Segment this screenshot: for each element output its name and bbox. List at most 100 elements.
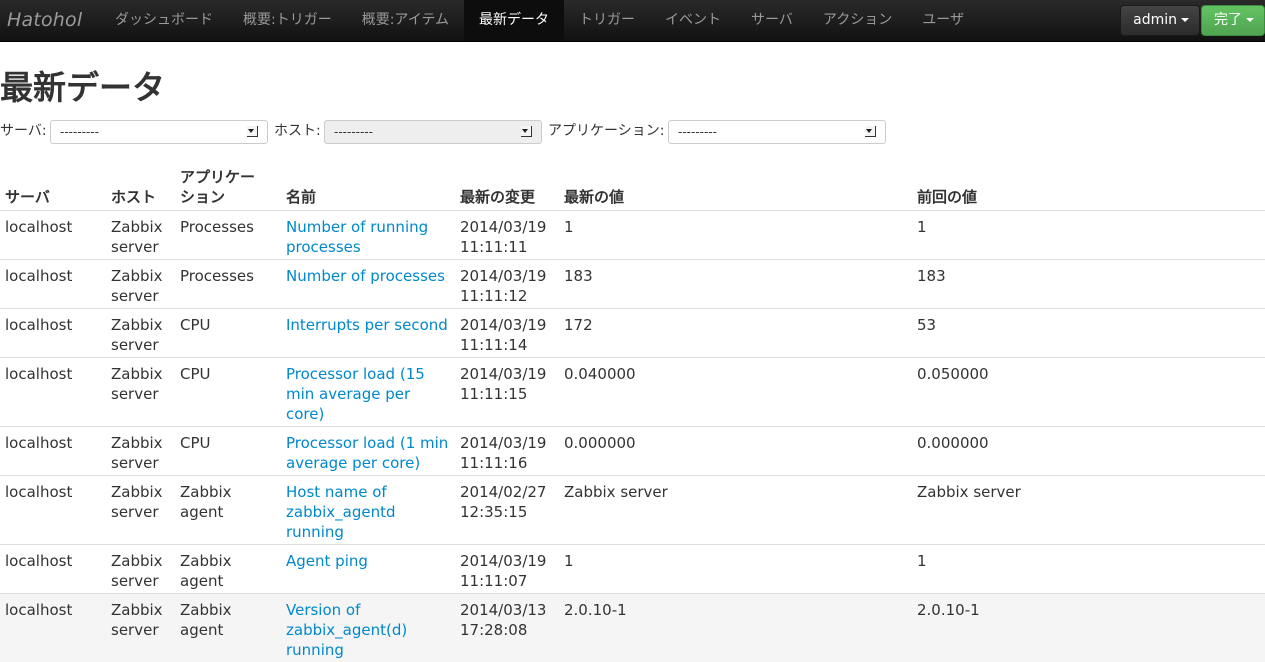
- nav-item-latest-data[interactable]: 最新データ: [464, 0, 564, 41]
- item-name-link[interactable]: Interrupts per second: [286, 316, 448, 334]
- cell-last-change: 2014/03/19 11:11:12: [455, 260, 559, 309]
- server-select-value: ---------: [60, 125, 99, 139]
- cell-name: Number of processes: [281, 260, 455, 309]
- nav-item-triggers[interactable]: トリガー: [564, 0, 650, 41]
- cell-server: localhost: [0, 545, 106, 594]
- cell-host: Zabbix server: [106, 594, 175, 662]
- cell-last-value: Zabbix server: [559, 476, 912, 545]
- cell-server: localhost: [0, 594, 106, 662]
- table-row: localhost Zabbix server Zabbix agent Hos…: [0, 476, 1265, 545]
- cell-application: Zabbix agent: [175, 594, 281, 662]
- cell-last-change: 2014/03/19 11:11:14: [455, 309, 559, 358]
- cell-application: Processes: [175, 260, 281, 309]
- cell-name: Agent ping: [281, 545, 455, 594]
- application-select[interactable]: ---------: [668, 120, 886, 144]
- cell-name: Interrupts per second: [281, 309, 455, 358]
- cell-last-change: 2014/03/19 11:11:07: [455, 545, 559, 594]
- table-row: localhost Zabbix server Zabbix agent Age…: [0, 545, 1265, 594]
- nav-item-events[interactable]: イベント: [650, 0, 736, 41]
- cell-server: localhost: [0, 211, 106, 260]
- host-filter-label: ホスト:: [274, 121, 321, 141]
- nav-item-servers[interactable]: サーバ: [736, 0, 808, 41]
- caret-down-icon: [1246, 18, 1254, 22]
- nav-item-users[interactable]: ユーザ: [907, 0, 979, 41]
- table-row: localhost Zabbix server Zabbix agent Ver…: [0, 594, 1265, 662]
- cell-server: localhost: [0, 260, 106, 309]
- cell-server: localhost: [0, 476, 106, 545]
- brand-logo[interactable]: Hatohol: [7, 0, 82, 41]
- cell-name: Version of zabbix_agent(d) running: [281, 594, 455, 662]
- cell-name: Processor load (15 min average per core): [281, 358, 455, 427]
- nav-item-overview-triggers[interactable]: 概要:トリガー: [228, 0, 347, 41]
- nav-item-overview-items[interactable]: 概要:アイテム: [347, 0, 464, 41]
- nav-item-actions[interactable]: アクション: [808, 0, 907, 41]
- host-select-value: ---------: [334, 125, 373, 139]
- cell-prev-value: 53: [912, 309, 1265, 358]
- cell-application: CPU: [175, 358, 281, 427]
- cell-name: Host name of zabbix_agentd running: [281, 476, 455, 545]
- item-name-link[interactable]: Host name of zabbix_agentd running: [286, 483, 396, 541]
- server-select[interactable]: ---------: [50, 120, 268, 144]
- cell-prev-value: 1: [912, 545, 1265, 594]
- cell-last-change: 2014/03/19 11:11:16: [455, 427, 559, 476]
- main-nav: ダッシュボード 概要:トリガー 概要:アイテム 最新データ トリガー イベント …: [100, 0, 979, 41]
- application-filter-label: アプリケーション:: [548, 121, 664, 141]
- cell-prev-value: 0.000000: [912, 427, 1265, 476]
- cell-application: CPU: [175, 309, 281, 358]
- cell-application: Zabbix agent: [175, 545, 281, 594]
- user-menu-label: admin: [1133, 12, 1177, 28]
- cell-last-value: 172: [559, 309, 912, 358]
- cell-host: Zabbix server: [106, 260, 175, 309]
- nav-item-dashboard[interactable]: ダッシュボード: [100, 0, 228, 41]
- top-navbar: Hatohol ダッシュボード 概要:トリガー 概要:アイテム 最新データ トリ…: [0, 0, 1265, 42]
- column-header-name[interactable]: 名前: [281, 163, 455, 211]
- nav-right-menus: admin 完了: [1120, 5, 1265, 36]
- table-row: localhost Zabbix server CPU Processor lo…: [0, 427, 1265, 476]
- cell-host: Zabbix server: [106, 476, 175, 545]
- column-header-last-change[interactable]: 最新の変更: [455, 163, 559, 211]
- item-name-link[interactable]: Processor load (15 min average per core): [286, 365, 425, 423]
- user-menu-button[interactable]: admin: [1120, 5, 1200, 36]
- column-header-last-value[interactable]: 最新の値: [559, 163, 912, 211]
- cell-last-value: 1: [559, 545, 912, 594]
- cell-host: Zabbix server: [106, 427, 175, 476]
- cell-application: Zabbix agent: [175, 476, 281, 545]
- done-menu-button[interactable]: 完了: [1201, 5, 1265, 36]
- item-name-link[interactable]: Number of processes: [286, 267, 445, 285]
- cell-prev-value: 0.050000: [912, 358, 1265, 427]
- host-select[interactable]: ---------: [324, 120, 542, 144]
- cell-server: localhost: [0, 358, 106, 427]
- column-header-server[interactable]: サーバ: [0, 163, 106, 211]
- cell-last-value: 1: [559, 211, 912, 260]
- item-name-link[interactable]: Version of zabbix_agent(d) running: [286, 601, 407, 659]
- cell-prev-value: 2.0.10-1: [912, 594, 1265, 662]
- cell-application: CPU: [175, 427, 281, 476]
- application-select-value: ---------: [678, 125, 717, 139]
- column-header-prev-value[interactable]: 前回の値: [912, 163, 1265, 211]
- cell-last-value: 2.0.10-1: [559, 594, 912, 662]
- table-row: localhost Zabbix server CPU Processor lo…: [0, 358, 1265, 427]
- cell-last-change: 2014/03/13 17:28:08: [455, 594, 559, 662]
- cell-host: Zabbix server: [106, 309, 175, 358]
- cell-prev-value: 1: [912, 211, 1265, 260]
- cell-server: localhost: [0, 427, 106, 476]
- item-name-link[interactable]: Agent ping: [286, 552, 368, 570]
- cell-last-value: 0.040000: [559, 358, 912, 427]
- table-row: localhost Zabbix server CPU Interrupts p…: [0, 309, 1265, 358]
- table-row: localhost Zabbix server Processes Number…: [0, 260, 1265, 309]
- item-name-link[interactable]: Number of running processes: [286, 218, 428, 256]
- done-menu-label: 完了: [1214, 12, 1242, 28]
- table-row: localhost Zabbix server Processes Number…: [0, 211, 1265, 260]
- cell-last-change: 2014/02/27 12:35:15: [455, 476, 559, 545]
- cell-application: Processes: [175, 211, 281, 260]
- server-filter-label: サーバ:: [0, 121, 47, 141]
- cell-last-value: 183: [559, 260, 912, 309]
- column-header-application[interactable]: アプリケー ション: [175, 163, 281, 211]
- table-header-row: サーバ ホスト アプリケー ション 名前 最新の変更 最新の値 前回の値: [0, 163, 1265, 211]
- column-header-host[interactable]: ホスト: [106, 163, 175, 211]
- cell-host: Zabbix server: [106, 358, 175, 427]
- dropdown-arrow-icon: [247, 126, 258, 137]
- caret-down-icon: [1181, 18, 1189, 22]
- item-name-link[interactable]: Processor load (1 min average per core): [286, 434, 448, 472]
- cell-name: Processor load (1 min average per core): [281, 427, 455, 476]
